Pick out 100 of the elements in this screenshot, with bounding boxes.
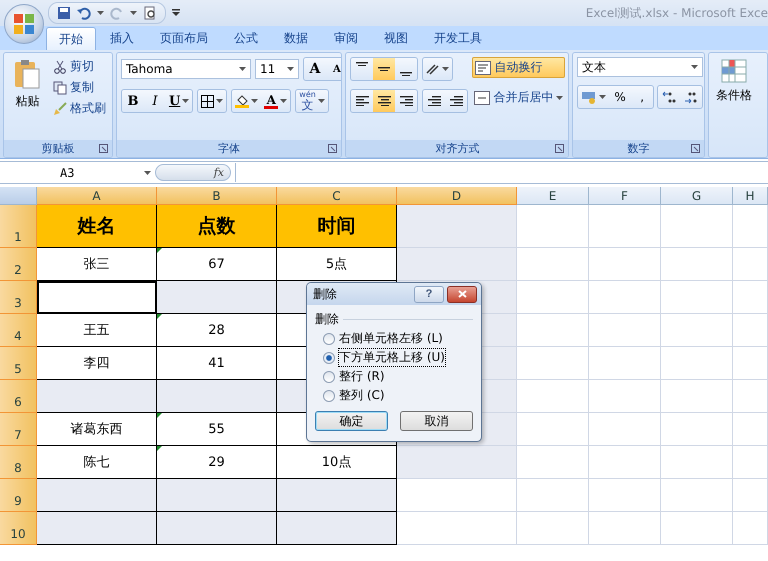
column-header[interactable]: E [517,187,589,205]
caret-icon [130,11,137,15]
dialog-button[interactable]: 确定 [315,411,388,431]
radio-button[interactable] [323,370,335,382]
table-cell: 55 [157,413,277,446]
radio-option[interactable]: 右侧单元格左移 (L) [315,330,473,347]
table-cell: 28 [157,314,277,347]
table-cell: 10点 [277,446,397,479]
ribbon-tab[interactable]: 数据 [272,27,320,50]
table-cell [589,446,661,479]
column-header[interactable]: A [37,187,157,205]
table-cell [733,479,768,512]
font-size-field[interactable]: 11 [254,59,299,79]
radio-option[interactable]: 下方单元格上移 (U) [315,349,473,366]
row-header[interactable]: 1 [0,205,37,248]
table-cell [733,380,768,413]
bold-button[interactable]: B [122,90,144,112]
dialog-launcher-icon[interactable] [691,144,700,153]
row-header[interactable]: 10 [0,512,37,545]
table-cell: 陈七 [37,446,157,479]
customize-menu-icon[interactable] [172,9,180,17]
ribbon-tab[interactable]: 插入 [98,27,146,50]
caret-icon [318,99,325,103]
table-cell [661,512,733,545]
align-right-icon [400,96,413,106]
merge-cells-icon [474,90,490,104]
row-header[interactable]: 8 [0,446,37,479]
dialog-launcher-icon[interactable] [555,144,564,153]
table-cell: 29 [157,446,277,479]
row-header[interactable]: 4 [0,314,37,347]
center-button[interactable] [373,90,396,112]
column-header[interactable]: F [589,187,661,205]
radio-option[interactable]: 整行 (R) [315,368,473,385]
caret-icon [251,99,258,103]
phonetic-guide-button[interactable]: wén 文 [296,90,328,112]
table-cell [733,446,768,479]
office-button[interactable] [4,4,44,44]
table-cell [517,479,589,512]
column-header[interactable]: B [157,187,277,205]
save-icon[interactable] [57,6,71,20]
row-header[interactable]: 6 [0,380,37,413]
shrink-font-button[interactable]: A [326,58,342,80]
copy-button[interactable]: 复制 [50,78,108,97]
increase-decimal-icon [662,90,676,104]
row-header[interactable]: 5 [0,347,37,380]
row-header[interactable]: 7 [0,413,37,446]
ribbon-tab[interactable]: 视图 [372,27,420,50]
table-cell [517,314,589,347]
font-name-field[interactable]: Tahoma [120,59,251,79]
radio-button[interactable] [323,332,335,344]
paste-button[interactable]: 粘贴 [8,57,47,136]
column-header[interactable]: G [661,187,733,205]
radio-option[interactable]: 整列 (C) [315,387,473,404]
row-header[interactable]: 2 [0,248,37,281]
middle-align-button[interactable] [373,58,396,80]
table-cell [517,413,589,446]
italic-button[interactable]: I [144,90,166,112]
grow-font-button[interactable]: A [304,58,326,80]
column-header[interactable]: H [733,187,768,205]
undo-icon[interactable] [77,6,91,20]
ribbon-tab[interactable]: 开发工具 [422,27,494,50]
column-header[interactable]: C [277,187,397,205]
row-header[interactable]: 9 [0,479,37,512]
wrap-text-button[interactable]: 自动换行 [472,57,566,78]
caret-icon [216,99,224,103]
cut-button[interactable]: 剪切 [50,57,108,76]
group-label: 剪贴板 [41,141,74,156]
clipboard-icon [14,59,40,89]
print-preview-icon[interactable] [143,6,157,20]
ribbon-tab[interactable]: 公式 [222,27,270,50]
dialog-launcher-icon[interactable] [328,144,338,153]
row-header[interactable]: 3 [0,281,37,314]
rotated-text-icon [426,63,440,75]
column-header[interactable]: D [397,187,517,205]
group-label: 删除 [315,311,339,328]
ribbon-tab[interactable]: 页面布局 [148,27,220,50]
dialog-launcher-icon[interactable] [98,144,108,153]
table-cell [733,281,768,314]
table-cell: 5点 [277,248,397,281]
table-cell [589,314,661,347]
table-cell: 王五 [37,314,157,347]
underline-button[interactable]: U [166,90,192,112]
ribbon-tab[interactable]: 开始 [46,27,96,50]
number-format-field[interactable]: 文本 [577,57,704,77]
help-button[interactable]: ? [414,286,444,302]
merge-center-button[interactable]: 合并后居中 [472,88,566,107]
comma-button[interactable]: , [631,86,654,108]
insert-function-button[interactable]: fx [155,164,231,181]
format-painter-button[interactable]: 格式刷 [50,99,108,118]
dialog-button[interactable]: 取消 [400,411,473,431]
close-button[interactable] [447,286,477,302]
ribbon-tab[interactable]: 审阅 [322,27,370,50]
name-box[interactable]: A3 [0,163,155,182]
table-cell: 姓名 [37,205,157,248]
percent-button[interactable]: % [609,86,632,108]
scissors-icon [52,60,67,74]
table-cell [733,347,768,380]
table-cell [661,248,733,281]
radio-button[interactable] [323,352,335,364]
radio-button[interactable] [323,390,335,402]
